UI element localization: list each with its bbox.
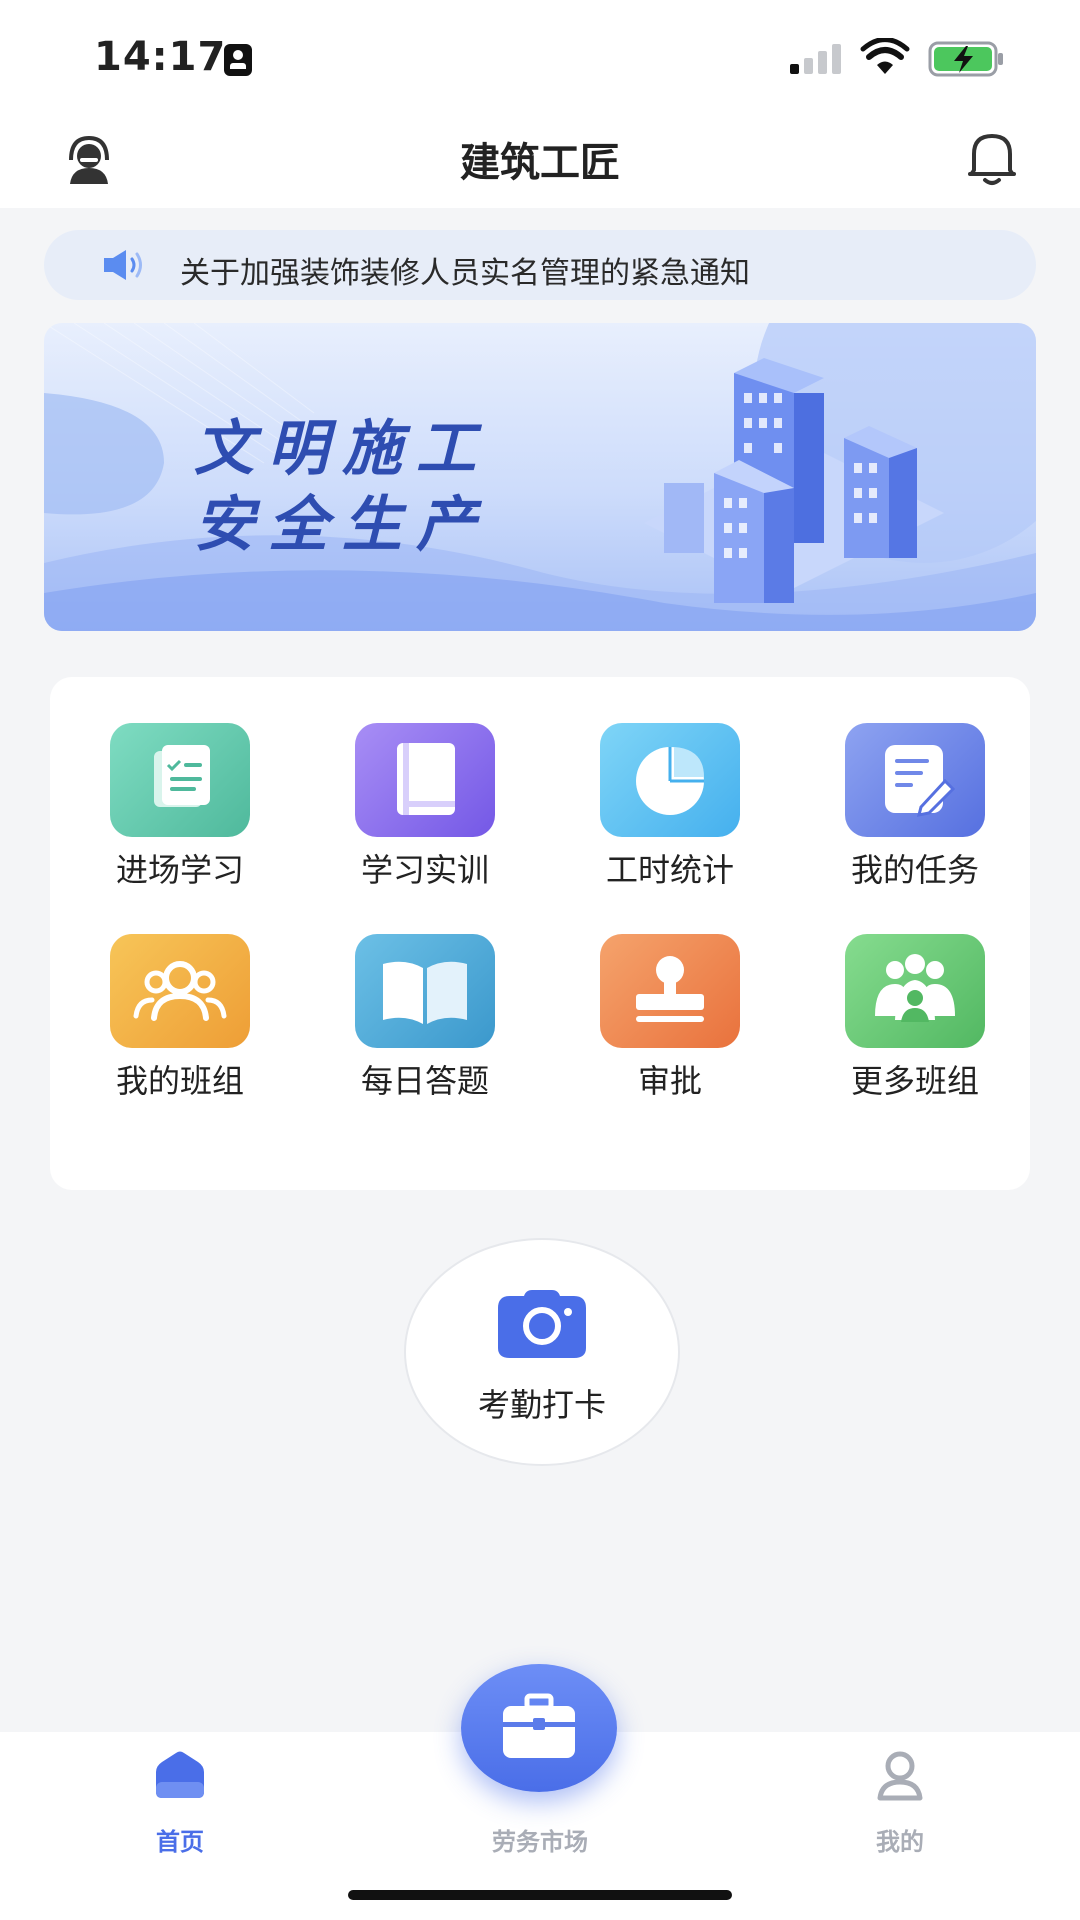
notice-bar[interactable]: 关于加强装饰装修人员实名管理的紧急通知	[44, 230, 1036, 300]
menu-item-my-tasks[interactable]: 我的任务	[805, 723, 1005, 923]
checkin-label: 考勤打卡	[477, 1386, 606, 1424]
stamp-icon	[600, 934, 740, 1048]
top-bar: 14:17 建筑工匠	[0, 0, 1080, 208]
banner-illustration	[44, 323, 1036, 631]
menu-label: 学习实训	[360, 851, 489, 889]
briefcase-icon	[503, 1693, 575, 1758]
menu-label: 审批	[637, 1062, 702, 1100]
tab-labor-market-label: 劳务市场	[492, 1828, 588, 1856]
status-bar: 14:17	[0, 0, 1080, 110]
status-time: 14:17	[94, 34, 227, 80]
banner-line-2: 安全生产	[194, 490, 490, 560]
home-icon	[156, 1751, 204, 1798]
open-book-icon	[355, 934, 495, 1048]
menu-item-work-hours[interactable]: 工时统计	[560, 723, 760, 923]
battery-charging-icon	[928, 41, 1003, 77]
speaker-icon	[104, 250, 142, 280]
banner-line-1: 文明施工	[194, 414, 490, 484]
edit-note-icon	[845, 723, 985, 837]
wifi-icon	[860, 38, 910, 74]
tab-home[interactable]: 首页	[80, 1732, 280, 1856]
labor-market-fab[interactable]	[461, 1664, 617, 1792]
menu-label: 进场学习	[115, 851, 244, 889]
tab-mine-label: 我的	[876, 1828, 924, 1856]
checkin-button[interactable]: 考勤打卡	[404, 1238, 680, 1466]
menu-label: 我的班组	[115, 1062, 244, 1100]
menu-item-daily-quiz[interactable]: 每日答题	[315, 934, 515, 1134]
menu-item-training[interactable]: 学习实训	[315, 723, 515, 923]
group-icon	[110, 934, 250, 1048]
menu-label: 工时统计	[605, 851, 734, 889]
team-icon	[845, 934, 985, 1048]
bell-icon[interactable]	[964, 128, 1020, 188]
page-title: 建筑工匠	[460, 140, 620, 186]
menu-label: 每日答题	[360, 1062, 489, 1100]
function-grid: 进场学习 学习实训 工时统计 我的任务 我的班组 每日答题 审批 更多班组	[50, 677, 1030, 1190]
menu-label: 我的任务	[850, 851, 979, 889]
pie-chart-icon	[600, 723, 740, 837]
cellular-signal-icon	[790, 44, 841, 74]
menu-item-entry-study[interactable]: 进场学习	[70, 723, 270, 923]
nav-header: 建筑工匠	[0, 110, 1080, 208]
camera-icon	[498, 1290, 586, 1358]
menu-item-my-team[interactable]: 我的班组	[70, 934, 270, 1134]
checklist-doc-icon	[110, 723, 250, 837]
tab-mine[interactable]: 我的	[800, 1732, 1000, 1856]
menu-item-more-teams[interactable]: 更多班组	[805, 934, 1005, 1134]
notice-text: 关于加强装饰装修人员实名管理的紧急通知	[180, 256, 750, 291]
user-icon	[877, 1751, 923, 1801]
book-icon	[355, 723, 495, 837]
home-indicator[interactable]	[348, 1890, 732, 1900]
contact-card-icon	[224, 44, 252, 76]
banner-slogan: 文明施工 安全生产	[194, 411, 490, 563]
menu-item-approval[interactable]: 审批	[560, 934, 760, 1134]
promo-banner[interactable]: 文明施工 安全生产	[44, 323, 1036, 631]
tab-home-label: 首页	[156, 1828, 204, 1856]
menu-label: 更多班组	[850, 1062, 979, 1100]
